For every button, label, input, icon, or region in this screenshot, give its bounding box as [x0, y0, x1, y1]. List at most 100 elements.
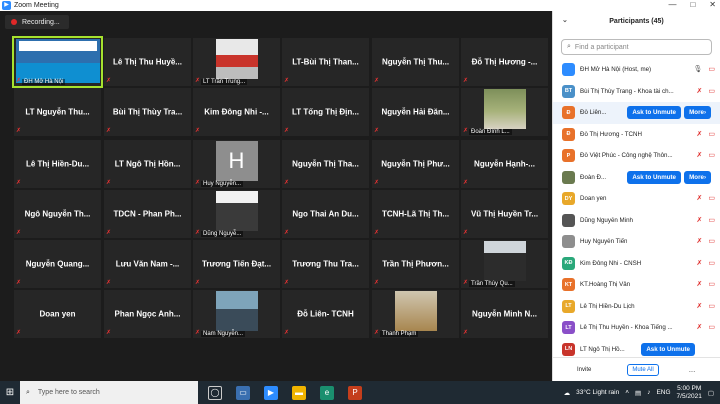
windows-start-icon[interactable]: ⊞ — [0, 387, 20, 398]
participant-tile[interactable]: ✗ Dũng Nguyễ... — [193, 190, 280, 238]
more-button[interactable]: More › — [684, 106, 711, 119]
participant-tile[interactable]: Doan yen ✗ — [14, 290, 101, 338]
participant-tile[interactable]: ✗ ĐH Mở Hà Nội — [12, 36, 103, 88]
participant-row[interactable]: BT Bùi Thị Thùy Trang - Khoa tài ch... ✗ ▭ — [553, 81, 720, 103]
task-view-icon[interactable]: ◯ — [208, 385, 222, 400]
participant-tile[interactable]: Nguyễn Thị Tha... ✗ — [282, 140, 369, 188]
task-switch-icon[interactable]: ▭ — [236, 385, 250, 400]
participant-tile[interactable]: Ngô Nguyễn Th... ✗ — [14, 190, 101, 238]
participant-tile[interactable]: Nguyễn Quang... ✗ — [14, 240, 101, 288]
maximize-button[interactable]: □ — [690, 0, 695, 9]
weather-icon[interactable]: ☁ — [564, 389, 571, 397]
participant-row[interactable]: P Đỗ Việt Phúc - Công nghệ Thôn... ✗ ▭ — [553, 145, 720, 167]
video-off-icon[interactable]: ▭ — [708, 151, 715, 159]
participant-tile[interactable]: LT Nguyễn Thu... ✗ — [14, 88, 101, 136]
participant-row[interactable]: Đ Đỗ Liên... Ask to Unmute More › — [553, 102, 720, 124]
participant-row[interactable]: KĐ Kim Đông Nhi - CNSH ✗ ▭ — [553, 253, 720, 275]
participant-tile[interactable]: Lê Thị Hiền-Du... ✗ — [14, 140, 101, 188]
edge-browser-icon[interactable]: e — [320, 385, 334, 400]
muted-mic-icon[interactable]: ✗ — [697, 259, 703, 267]
participant-row[interactable]: Dũng Nguyễn Minh ✗ ▭ — [553, 210, 720, 232]
participant-row[interactable]: LT Lê Thị Thu Huyền - Khoa Tiếng ... ✗ ▭ — [553, 317, 720, 339]
participant-tile[interactable]: Trương Thu Tra... ✗ — [282, 240, 369, 288]
chevron-down-icon[interactable]: ⌄ — [562, 16, 568, 24]
video-off-icon[interactable]: ▭ — [708, 216, 715, 224]
video-off-icon[interactable]: ▭ — [708, 280, 715, 288]
participant-row[interactable]: Đ Đỗ Thị Hương - TCNH ✗ ▭ — [553, 124, 720, 146]
participant-tile[interactable]: Nguyễn Minh N... ✗ — [461, 290, 548, 338]
more-button[interactable]: More › — [684, 170, 711, 184]
muted-mic-icon[interactable]: ✗ — [697, 216, 703, 224]
ask-to-unmute-button[interactable]: Ask to Unmute — [627, 170, 681, 184]
participant-tile[interactable]: Ngo Thai An Du... ✗ — [282, 190, 369, 238]
participant-tile[interactable]: Trương Tiến Đạt... ✗ — [193, 240, 280, 288]
mute-all-button[interactable]: Mute All — [627, 363, 659, 376]
participant-tile[interactable]: Đỗ Liên- TCNH ✗ — [282, 290, 369, 338]
mic-icon[interactable]: 🎙 — [693, 65, 702, 73]
invite-button[interactable]: Invite — [577, 367, 591, 373]
weather-text[interactable]: 33°C Light rain — [576, 389, 619, 396]
participant-tile[interactable]: Bùi Thị Thùy Tra... ✗ — [104, 88, 191, 136]
participant-tile[interactable]: Lê Thị Thu Huyề... ✗ — [104, 38, 191, 86]
video-off-icon[interactable]: ▭ — [708, 87, 715, 95]
video-off-icon[interactable]: ▭ — [708, 130, 715, 138]
participant-tile[interactable]: ✗ Nam Nguyễn... — [193, 290, 280, 338]
notifications-icon[interactable]: ▢ — [708, 389, 714, 397]
powerpoint-icon[interactable]: P — [348, 385, 362, 400]
participant-tile[interactable]: LT Ngô Thị Hồn... ✗ — [104, 140, 191, 188]
participant-row[interactable]: KT KT.Hoàng Thị Vân ✗ ▭ — [553, 274, 720, 296]
muted-mic-icon[interactable]: ✗ — [697, 280, 703, 288]
zoom-app-icon[interactable]: ▶ — [264, 385, 278, 400]
participant-tile[interactable]: Phan Ngọc Anh... ✗ — [104, 290, 191, 338]
video-off-icon[interactable]: ▭ — [708, 237, 715, 245]
tray-chevron-icon[interactable]: ˄ — [625, 389, 629, 396]
network-icon[interactable]: ▤ — [635, 389, 641, 397]
muted-mic-icon[interactable]: ✗ — [697, 237, 703, 245]
participant-row[interactable]: ĐH Mở Hà Nội (Host, me) 🎙 ▭ — [553, 59, 720, 81]
participant-tile[interactable]: LT-Bùi Thị Than... ✗ — [282, 38, 369, 86]
muted-mic-icon[interactable]: ✗ — [697, 87, 703, 95]
participant-tile[interactable]: Vũ Thị Huyền Tr... ✗ — [461, 190, 548, 238]
participant-tile[interactable]: TCNH-Lã Thị Th... ✗ — [372, 190, 459, 238]
taskbar-search[interactable]: ⌕ Type here to search — [20, 381, 198, 404]
clock[interactable]: 5:00 PM 7/5/2021 — [677, 385, 702, 401]
participant-tile[interactable]: Nguyễn Hải Đăn... ✗ — [372, 88, 459, 136]
participant-tile[interactable]: ✗ Trần Thúy Qu... — [461, 240, 548, 288]
participant-tile[interactable]: ✗ LT Trần Trung... — [193, 38, 280, 86]
participant-tile[interactable]: Lưu Văn Nam -... ✗ — [104, 240, 191, 288]
video-off-icon[interactable]: ▭ — [708, 194, 715, 202]
ask-to-unmute-button[interactable]: Ask to Unmute — [627, 106, 681, 119]
muted-mic-icon[interactable]: ✗ — [697, 151, 703, 159]
participant-tile[interactable]: Nguyễn Hạnh-... ✗ — [461, 140, 548, 188]
participant-row[interactable]: LT Lê Thị Hiền-Du Lịch ✗ ▭ — [553, 296, 720, 318]
muted-mic-icon[interactable]: ✗ — [697, 323, 703, 331]
minimize-button[interactable]: — — [668, 0, 676, 9]
participant-row[interactable]: DY Doan yen ✗ ▭ — [553, 188, 720, 210]
participant-tile[interactable]: ✗ Đoàn Đình L... — [461, 88, 548, 136]
close-button[interactable]: ✕ — [709, 0, 716, 9]
video-off-icon[interactable]: ▭ — [708, 302, 715, 310]
participant-tile[interactable]: Nguyễn Thị Thu... ✗ — [372, 38, 459, 86]
recording-indicator[interactable]: Recording... — [5, 15, 69, 29]
volume-icon[interactable]: ♪ — [647, 389, 650, 396]
file-explorer-icon[interactable]: ▬ — [292, 385, 306, 400]
video-off-icon[interactable]: ▭ — [708, 323, 715, 331]
video-off-icon[interactable]: ▭ — [708, 65, 715, 73]
participant-tile[interactable]: TDCN - Phan Ph... ✗ — [104, 190, 191, 238]
participant-search[interactable]: ⌕ Find a participant — [561, 39, 712, 55]
muted-mic-icon[interactable]: ✗ — [697, 302, 703, 310]
ask-to-unmute-button[interactable]: Ask to Unmute — [641, 342, 695, 356]
participant-row[interactable]: Huy Nguyễn Tiến ✗ ▭ — [553, 231, 720, 253]
more-options-button[interactable]: ... — [689, 365, 696, 374]
participant-tile[interactable]: H ✗ Huy Nguyễn... — [193, 140, 280, 188]
muted-mic-icon[interactable]: ✗ — [697, 194, 703, 202]
language-indicator[interactable]: ENG — [656, 389, 670, 396]
video-off-icon[interactable]: ▭ — [708, 259, 715, 267]
participant-tile[interactable]: Kim Đông Nhi -... ✗ — [193, 88, 280, 136]
participant-tile[interactable]: Nguyễn Thị Phư... ✗ — [372, 140, 459, 188]
participant-tile[interactable]: ✗ Thanh Phạm — [372, 290, 459, 338]
participant-row[interactable]: Đoàn Đ... Ask to Unmute More › — [553, 167, 720, 189]
participant-tile[interactable]: LT Tống Thị Địn... ✗ — [282, 88, 369, 136]
participant-tile[interactable]: Đỗ Thị Hương -... ✗ — [461, 38, 548, 86]
muted-mic-icon[interactable]: ✗ — [697, 130, 703, 138]
